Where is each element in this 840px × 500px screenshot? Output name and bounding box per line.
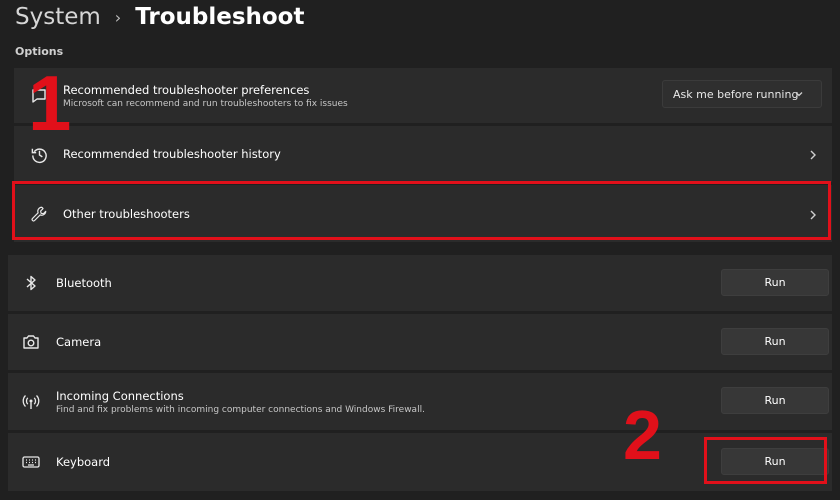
section-label-options: Options [15, 45, 64, 58]
troubleshooter-preferences-row: Recommended troubleshooter preferences M… [14, 68, 832, 123]
chevron-right-icon [806, 207, 820, 226]
troubleshooter-row-keyboard: Keyboard Run [8, 433, 832, 491]
history-text: Recommended troubleshooter history [63, 147, 281, 161]
bluetooth-text: Bluetooth [56, 276, 112, 290]
troubleshooter-row-incoming-connections: Incoming Connections Find and fix proble… [8, 373, 832, 430]
keyboard-text: Keyboard [56, 455, 110, 469]
keyboard-title: Keyboard [56, 455, 111, 469]
incoming-connections-text: Incoming Connections Find and fix proble… [56, 389, 425, 415]
breadcrumb-system-link[interactable]: System [15, 4, 101, 30]
bluetooth-icon [20, 272, 42, 294]
preferences-text: Recommended troubleshooter preferences M… [63, 83, 348, 109]
preferences-subtitle: Microsoft can recommend and run troubles… [63, 98, 348, 109]
camera-text: Camera [56, 335, 101, 349]
run-camera-button[interactable]: Run [721, 328, 829, 355]
incoming-connections-subtitle: Find and fix problems with incoming comp… [56, 404, 425, 415]
wrench-icon [28, 203, 50, 225]
camera-title: Camera [56, 335, 102, 349]
wifi-antenna-icon [20, 391, 42, 413]
troubleshooter-history-row[interactable]: Recommended troubleshooter history [14, 126, 832, 182]
incoming-connections-title: Incoming Connections [56, 388, 184, 403]
preferences-title: Recommended troubleshooter preferences [63, 82, 310, 97]
breadcrumb: System › Troubleshoot [15, 0, 304, 34]
bluetooth-title: Bluetooth [56, 276, 112, 290]
keyboard-icon [20, 451, 42, 473]
other-troubleshooters-text: Other troubleshooters [63, 207, 190, 221]
step-number-1: 1 [28, 59, 72, 147]
breadcrumb-separator: › [114, 7, 122, 27]
preferences-dropdown[interactable]: Ask me before running [662, 80, 822, 108]
other-troubleshooters-row[interactable]: Other troubleshooters [14, 185, 832, 242]
step-number-2: 2 [623, 396, 662, 474]
troubleshooter-row-camera: Camera Run [8, 314, 832, 370]
chevron-down-icon [793, 88, 805, 103]
other-troubleshooters-title: Other troubleshooters [63, 206, 190, 221]
run-incoming-connections-button[interactable]: Run [721, 387, 829, 414]
camera-icon [20, 331, 42, 353]
troubleshooter-row-bluetooth: Bluetooth Run [8, 255, 832, 311]
chevron-right-icon [806, 147, 820, 166]
history-title: Recommended troubleshooter history [63, 147, 281, 161]
run-bluetooth-button[interactable]: Run [721, 269, 829, 296]
preferences-dropdown-value: Ask me before running [673, 87, 799, 101]
page-title: Troubleshoot [135, 4, 305, 30]
run-keyboard-button[interactable]: Run [721, 448, 829, 475]
